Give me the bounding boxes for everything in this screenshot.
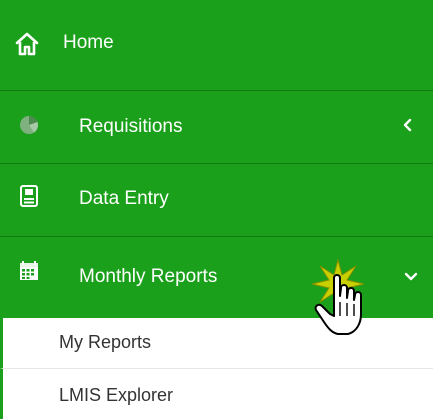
menu-item-label: Data Entry	[79, 188, 169, 209]
data-entry-icon	[18, 184, 40, 214]
menu-item-label: Monthly Reports	[79, 266, 218, 287]
sidebar-menu: Home Requisitions Data Entry Monthly Rep…	[0, 0, 433, 419]
pie-chart-icon	[18, 114, 40, 142]
menu-item-home[interactable]: Home	[0, 0, 433, 90]
menu-item-label: Home	[63, 32, 114, 53]
chevron-left-icon	[401, 114, 415, 142]
home-icon	[14, 31, 40, 63]
menu-item-requisitions[interactable]: Requisitions	[0, 90, 433, 163]
menu-item-label: Requisitions	[79, 116, 183, 137]
menu-item-monthly-reports[interactable]: Monthly Reports	[0, 236, 433, 318]
submenu-item-label: My Reports	[59, 332, 152, 352]
submenu-item-my-reports[interactable]: My Reports	[0, 318, 433, 368]
submenu-item-label: LMIS Explorer	[59, 385, 174, 405]
chevron-down-icon	[403, 268, 419, 290]
submenu-item-lmis-explorer[interactable]: LMIS Explorer	[0, 368, 433, 419]
menu-item-data-entry[interactable]: Data Entry	[0, 163, 433, 236]
calendar-icon	[18, 260, 40, 288]
